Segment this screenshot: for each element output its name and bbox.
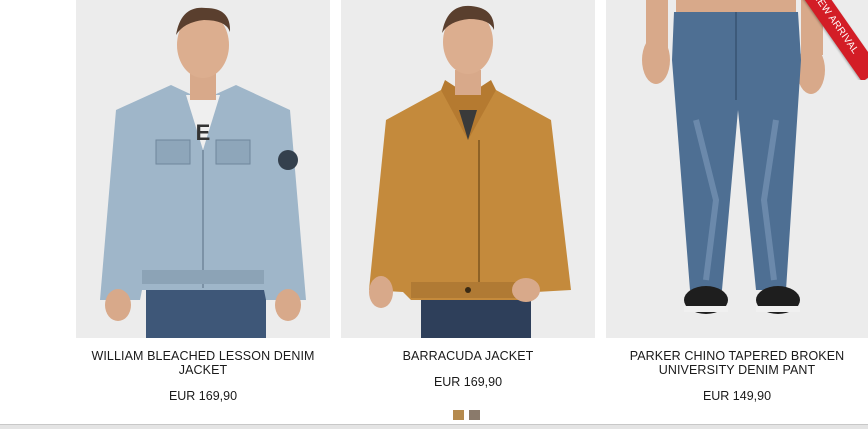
new-arrival-label: NEW ARRIVAL	[789, 0, 868, 80]
product-card-william-jacket[interactable]: E WILLIAM BLEACHED LESSON DENIM JACKET E…	[76, 0, 330, 403]
product-image-denim-jacket[interactable]: E	[76, 0, 330, 338]
product-image-denim-pant[interactable]: NEW ARRIVAL	[606, 0, 868, 338]
color-swatch-grey-brown[interactable]	[469, 410, 480, 420]
product-name[interactable]: PARKER CHINO TAPERED BROKEN UNIVERSITY D…	[606, 349, 868, 377]
product-price: EUR 169,90	[168, 389, 238, 403]
svg-text:E: E	[196, 120, 211, 145]
product-name-line1[interactable]: PARKER CHINO TAPERED BROKEN	[630, 349, 845, 363]
product-grid-page: E WILLIAM BLEACHED LESSON DENIM JACKET E…	[0, 0, 868, 429]
color-swatch-pager	[453, 410, 480, 420]
product-card-barracuda-jacket[interactable]: BARRACUDA JACKET EUR 169,90	[341, 0, 595, 389]
product-name[interactable]: WILLIAM BLEACHED LESSON DENIM JACKET	[76, 349, 330, 377]
color-swatch-tan[interactable]	[453, 410, 464, 420]
product-name[interactable]: BARRACUDA JACKET	[341, 349, 595, 363]
product-card-parker-chino[interactable]: NEW ARRIVAL PARKER CHINO TAPERED BROKEN …	[606, 0, 868, 403]
product-image-leather-jacket[interactable]	[341, 0, 595, 338]
new-arrival-badge: NEW ARRIVAL	[788, 0, 868, 80]
product-price: EUR 169,90	[433, 375, 503, 389]
product-name-line2[interactable]: JACKET	[179, 363, 228, 377]
product-price: EUR 149,90	[702, 389, 772, 403]
bottom-scrollbar[interactable]	[0, 424, 868, 429]
product-name-line1[interactable]: BARRACUDA JACKET	[403, 349, 534, 363]
product-name-line2[interactable]: UNIVERSITY DENIM PANT	[659, 363, 816, 377]
product-name-line1[interactable]: WILLIAM BLEACHED LESSON DENIM	[91, 349, 314, 363]
